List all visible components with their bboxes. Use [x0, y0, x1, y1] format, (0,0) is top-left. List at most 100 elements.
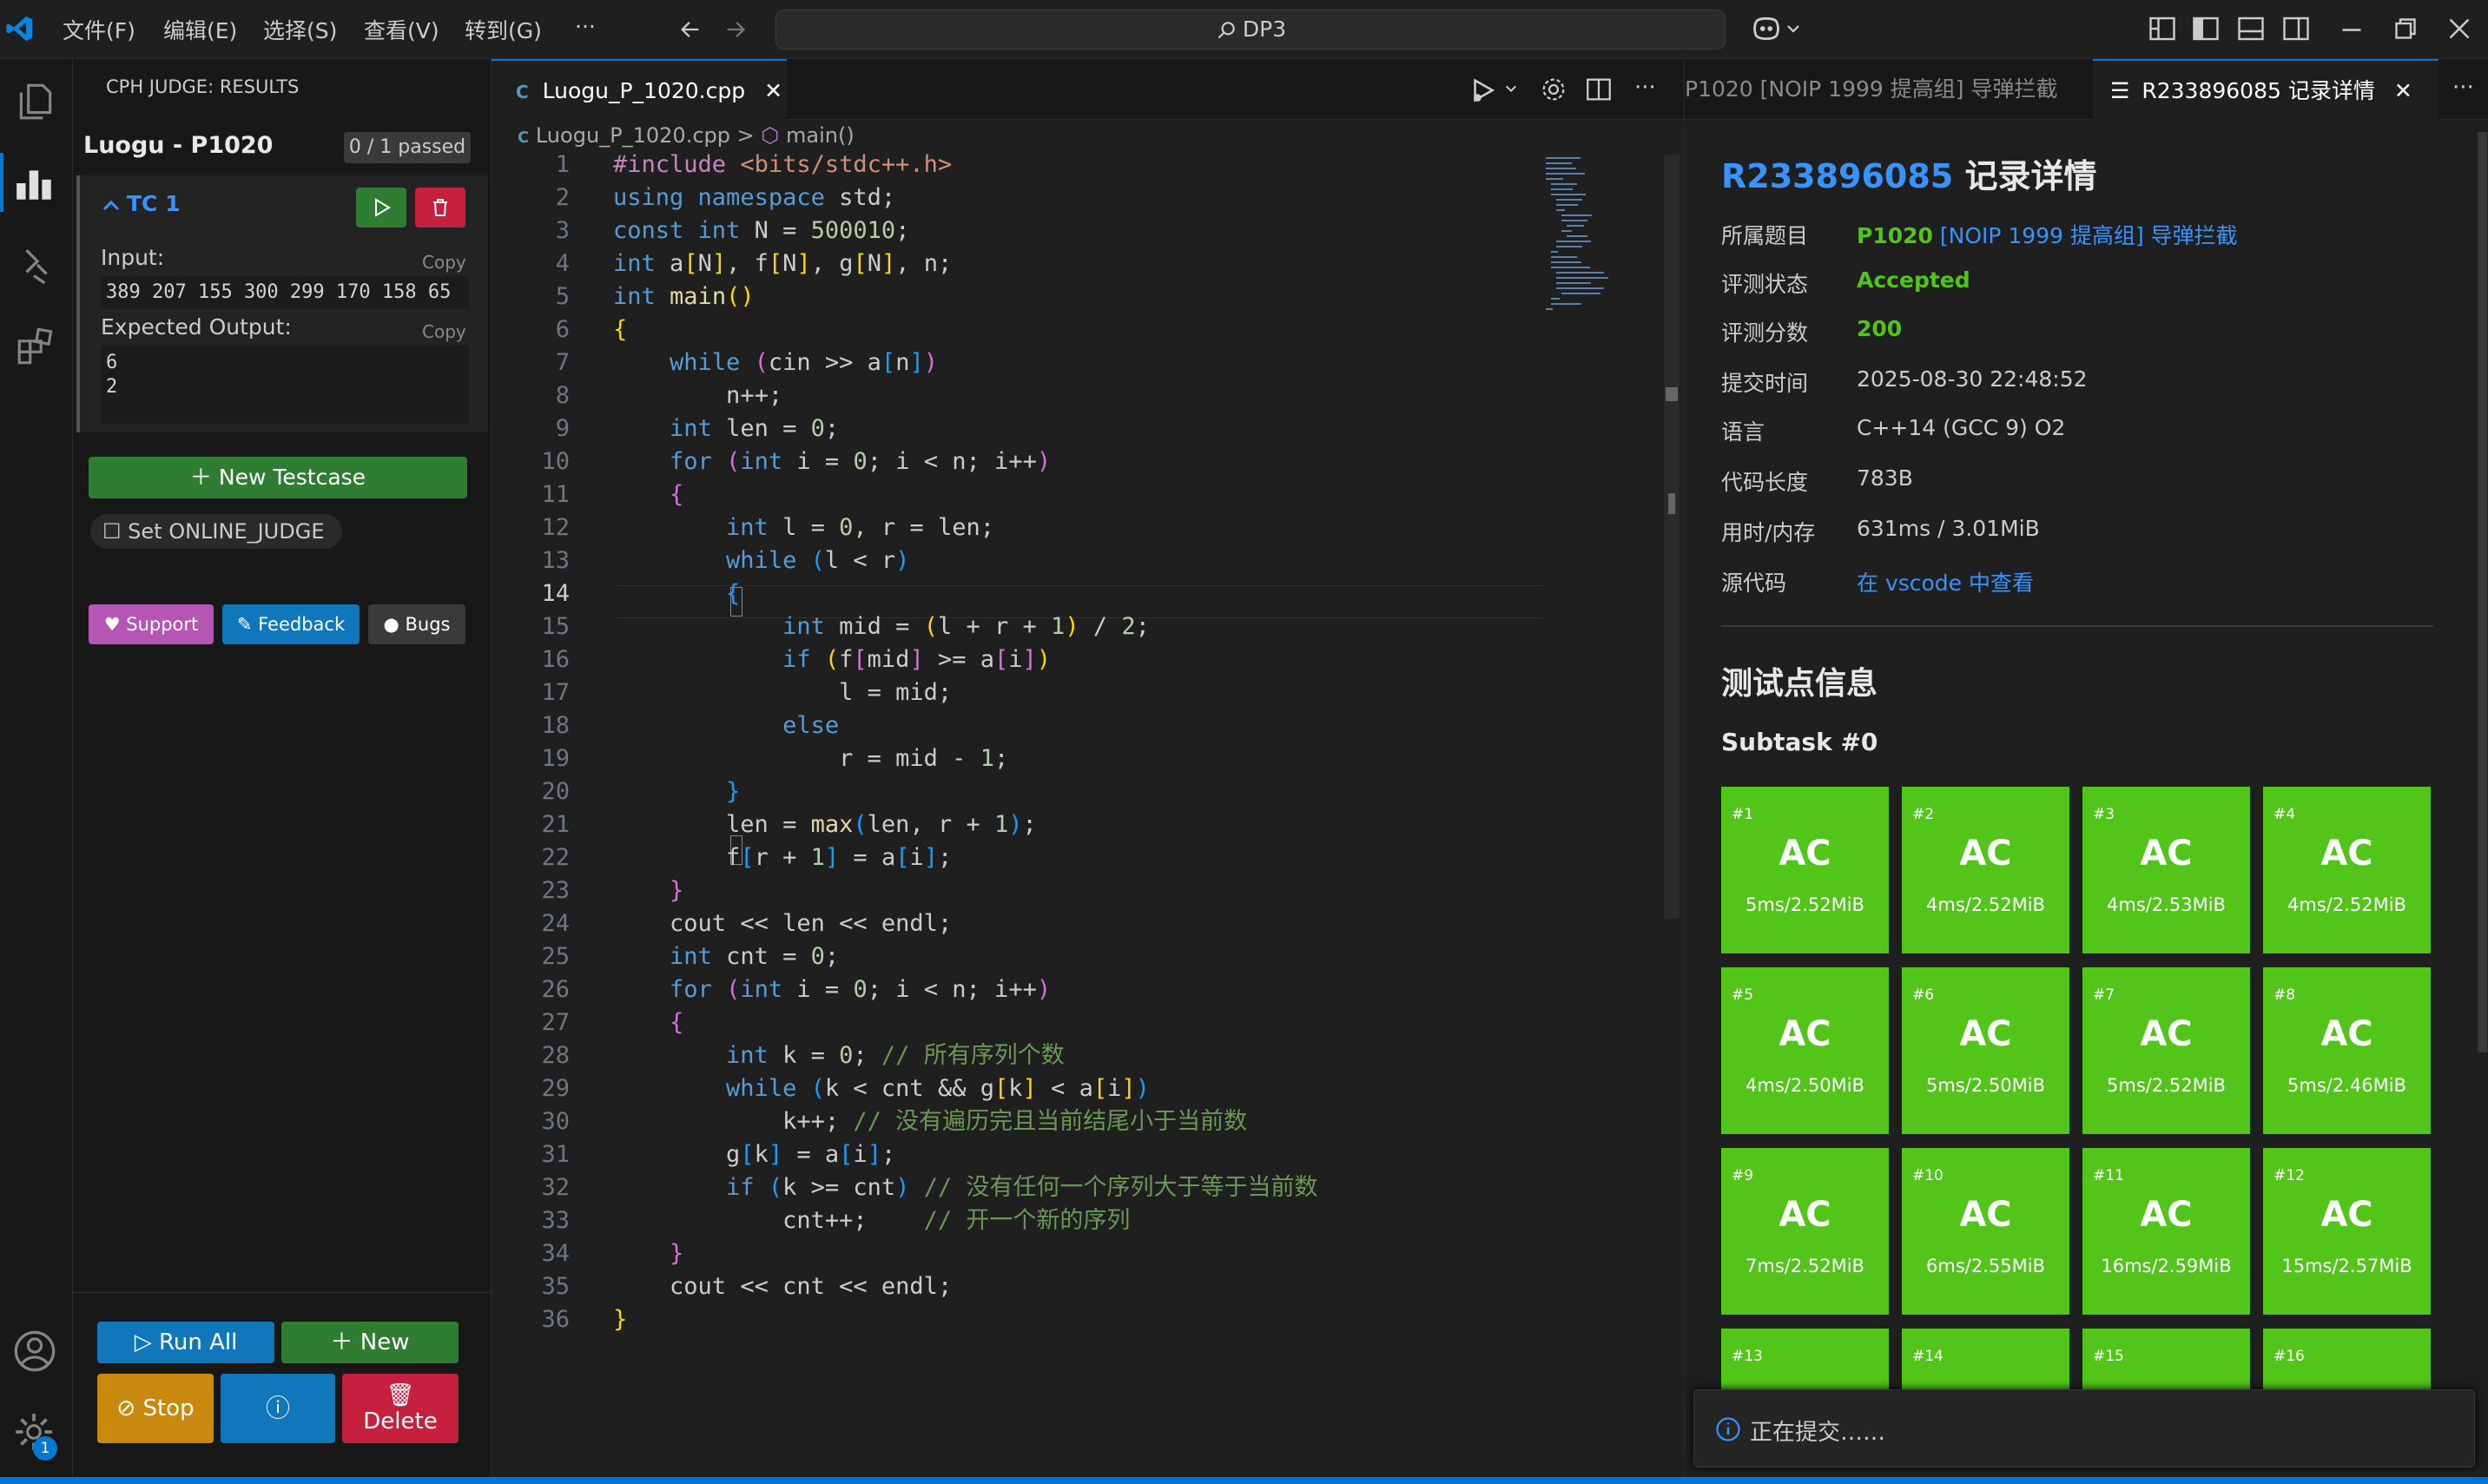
code-line[interactable]: } — [613, 1237, 683, 1270]
toggle-panel-icon[interactable] — [2235, 13, 2267, 44]
chevron-down-icon[interactable] — [1785, 23, 1801, 35]
testpoint-tile[interactable]: #4 AC 4ms/2.52MiB — [2263, 787, 2431, 953]
code-line[interactable]: if (k >= cnt) // 没有任何一个序列大于等于当前数 — [613, 1171, 1317, 1204]
testpoint-tile[interactable]: #9 AC 7ms/2.52MiB — [1721, 1148, 1889, 1315]
code-line[interactable]: cnt++; // 开一个新的序列 — [613, 1204, 1130, 1237]
expected-output-value[interactable]: 6 2 — [101, 346, 469, 424]
testpoint-tile[interactable]: #2 AC 4ms/2.52MiB — [1902, 787, 2069, 953]
testpoint-tile[interactable]: #8 AC 5ms/2.46MiB — [2263, 967, 2431, 1134]
code-line[interactable]: { — [613, 1006, 683, 1039]
menu-view[interactable]: 查看(V) — [364, 14, 439, 45]
record-tab[interactable]: ☰ R233896085 记录详情 ✕ — [2093, 59, 2439, 120]
stop-button[interactable]: ⊘ Stop — [97, 1374, 214, 1443]
breadcrumb-file[interactable]: Luogu_P_1020.cpp — [536, 123, 730, 148]
delete-testcase-button[interactable] — [415, 188, 465, 228]
code-line[interactable]: while (k < cnt && g[k] < a[i]) — [613, 1072, 1150, 1105]
code-line[interactable]: r = mid - 1; — [613, 742, 1008, 775]
copy-expected-link[interactable]: Copy — [422, 321, 466, 342]
code-line[interactable]: int l = 0, r = len; — [613, 511, 994, 544]
record-id-link[interactable]: R233896085 — [1721, 157, 1953, 195]
code-line[interactable]: int cnt = 0; — [613, 940, 839, 973]
menu-edit[interactable]: 编辑(E) — [163, 14, 237, 45]
more-actions-icon[interactable]: ··· — [2452, 75, 2474, 101]
editor-scrollbar[interactable] — [1664, 155, 1680, 919]
code-line[interactable]: l = mid; — [613, 676, 952, 709]
run-code-icon[interactable] — [1468, 75, 1502, 106]
code-line[interactable]: { — [613, 478, 683, 511]
view-in-vscode-link[interactable]: 在 vscode 中查看 — [1857, 566, 2034, 597]
testpoint-tile[interactable]: #1 AC 5ms/2.52MiB — [1721, 787, 1889, 953]
extensions-icon[interactable] — [14, 325, 57, 368]
gear-icon[interactable] — [1539, 75, 1568, 104]
input-value[interactable]: 389 207 155 300 299 170 158 65 — [101, 276, 469, 309]
code-line[interactable]: cout << cnt << endl; — [613, 1270, 952, 1303]
minimap[interactable] — [1544, 155, 1614, 346]
code-line[interactable]: } — [613, 874, 683, 907]
code-line[interactable]: while (cin >> a[n]) — [613, 346, 938, 379]
customize-layout-icon[interactable] — [2147, 13, 2178, 44]
online-judge-toggle[interactable]: ☐ Set ONLINE_JUDGE — [90, 514, 342, 549]
close-tab-icon[interactable]: ✕ — [764, 78, 782, 103]
run-testcase-button[interactable] — [356, 188, 406, 228]
info-button[interactable]: ⓘ — [221, 1374, 335, 1443]
run-all-button[interactable]: ▷ Run All — [97, 1322, 274, 1363]
close-window-icon[interactable] — [2444, 13, 2475, 44]
code-line[interactable]: int k = 0; // 所有序列个数 — [613, 1039, 1065, 1072]
code-line[interactable]: int len = 0; — [613, 412, 839, 445]
feedback-button[interactable]: ✎ Feedback — [222, 604, 360, 644]
account-icon[interactable] — [12, 1329, 57, 1374]
code-line[interactable]: int main() — [613, 280, 755, 313]
code-line[interactable]: using namespace std; — [613, 181, 895, 214]
menu-go[interactable]: 转到(G) — [465, 14, 542, 45]
code-line[interactable]: } — [613, 1303, 627, 1336]
testpoint-tile[interactable]: #11 AC 16ms/2.59MiB — [2082, 1148, 2250, 1315]
restore-icon[interactable] — [2390, 13, 2421, 44]
menu-selection[interactable]: 选择(S) — [263, 14, 337, 45]
code-line[interactable]: } — [613, 775, 740, 808]
code-line[interactable]: g[k] = a[i]; — [613, 1138, 895, 1171]
testpoint-tile[interactable]: #12 AC 15ms/2.57MiB — [2263, 1148, 2431, 1315]
code-line[interactable]: const int N = 500010; — [613, 214, 909, 247]
testpoint-tile[interactable]: #5 AC 4ms/2.50MiB — [1721, 967, 1889, 1134]
copy-input-link[interactable]: Copy — [422, 252, 466, 273]
explorer-icon[interactable] — [14, 80, 57, 123]
code-line[interactable]: int a[N], f[N], g[N], n; — [613, 247, 952, 280]
command-center[interactable]: DP3 — [775, 10, 1726, 49]
menu-file[interactable]: 文件(F) — [63, 14, 135, 45]
code-line[interactable]: cout << len << endl; — [613, 907, 952, 940]
cph-judge-icon[interactable] — [12, 162, 57, 205]
testpoint-tile[interactable]: #7 AC 5ms/2.52MiB — [2082, 967, 2250, 1134]
forward-arrow-icon[interactable] — [723, 17, 749, 42]
code-line[interactable]: { — [613, 313, 627, 346]
collapse-chevron-icon[interactable] — [101, 198, 122, 214]
menu-more[interactable]: ··· — [575, 14, 596, 39]
split-editor-icon[interactable] — [1584, 75, 1614, 104]
toggle-primary-sidebar-icon[interactable] — [2190, 13, 2221, 44]
code-line[interactable]: for (int i = 0; i < n; i++) — [613, 445, 1051, 478]
code-line[interactable]: if (f[mid] >= a[i]) — [613, 643, 1051, 676]
code-line[interactable]: #include <bits/stdc++.h> — [613, 148, 952, 181]
back-arrow-icon[interactable] — [677, 17, 703, 42]
testcase-label[interactable]: TC 1 — [127, 191, 181, 216]
new-testcase-button[interactable]: ＋ New Testcase — [89, 457, 467, 498]
close-tab-icon[interactable]: ✕ — [2394, 78, 2412, 103]
run-debug-icon[interactable] — [14, 243, 57, 287]
code-line[interactable]: { — [613, 577, 740, 610]
testpoint-tile[interactable]: #10 AC 6ms/2.55MiB — [1902, 1148, 2069, 1315]
code-line[interactable]: while (l < r) — [613, 544, 909, 577]
editor-tab-active[interactable]: C Luogu_P_1020.cpp ✕ — [492, 59, 787, 120]
copilot-icon[interactable] — [1749, 14, 1784, 43]
vscode-logo-icon[interactable] — [5, 14, 35, 43]
code-line[interactable]: k++; // 没有遍历完且当前结尾小于当前数 — [613, 1105, 1247, 1138]
code-line[interactable]: n++; — [613, 379, 782, 412]
code-line[interactable]: f[r + 1] = a[i]; — [613, 841, 952, 874]
support-button[interactable]: ♥ Support — [89, 604, 214, 644]
delete-all-button[interactable]: 🗑 Delete — [342, 1374, 459, 1443]
code-line[interactable]: for (int i = 0; i < n; i++) — [613, 973, 1051, 1006]
code-line[interactable]: len = max(len, r + 1); — [613, 808, 1037, 841]
testpoint-tile[interactable]: #6 AC 5ms/2.50MiB — [1902, 967, 2069, 1134]
minimize-icon[interactable] — [2336, 13, 2367, 44]
toggle-secondary-sidebar-icon[interactable] — [2280, 13, 2312, 44]
chevron-down-icon[interactable] — [1504, 83, 1518, 94]
more-actions-icon[interactable]: ··· — [1634, 75, 1656, 101]
